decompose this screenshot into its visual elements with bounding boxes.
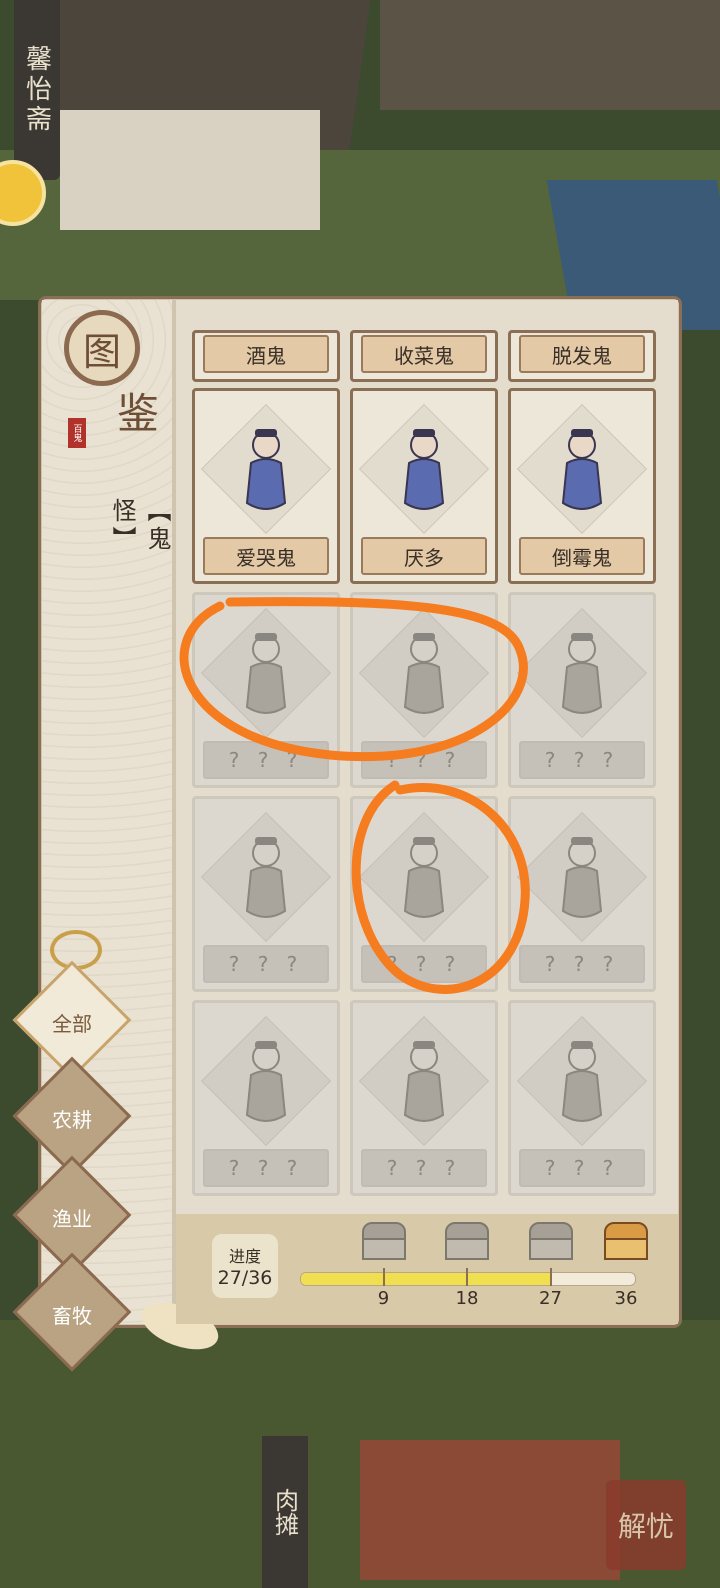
tab-label: 全部 [52, 1012, 92, 1036]
character-art [358, 1013, 490, 1149]
logo-char-2: 鉴 [116, 388, 159, 438]
tab-label: 农耕 [52, 1108, 92, 1132]
progress-fill [301, 1273, 552, 1285]
character-name: 倒霉鬼 [519, 537, 645, 575]
ghost-silhouette-icon [403, 837, 445, 918]
character-name: 脱发鬼 [519, 335, 645, 373]
character-art [200, 401, 332, 537]
ghost-silhouette-icon [403, 633, 445, 714]
character-art [516, 809, 648, 945]
reward-chest-icon[interactable] [528, 1222, 573, 1262]
character-name: 厌多 [361, 537, 487, 575]
ghost-silhouette-icon [245, 633, 287, 714]
character-name: ? ? ? [519, 1149, 645, 1187]
locked-character-card[interactable]: ? ? ? [508, 592, 656, 788]
progress-value: 27/36 [217, 1267, 273, 1289]
character-name: 酒鬼 [203, 335, 329, 373]
locked-character-card[interactable]: ? ? ? [508, 796, 656, 992]
milestone-label: 27 [539, 1288, 562, 1309]
chest-box [604, 1238, 648, 1260]
character-art [358, 605, 490, 741]
ghost-silhouette-icon [245, 837, 287, 918]
tab-label: 渔业 [52, 1207, 92, 1231]
character-name: 爱哭鬼 [203, 537, 329, 575]
character-name: ? ? ? [361, 1149, 487, 1187]
jieyou-button[interactable]: 解忧 [606, 1480, 686, 1570]
character-name: ? ? ? [203, 741, 329, 779]
ghost-silhouette-icon [561, 837, 603, 918]
stall-roof [360, 1440, 620, 1580]
shop-sign[interactable]: 馨怡斋 [14, 0, 60, 180]
red-seal: 百鬼 [68, 418, 86, 448]
ghost-figure-icon [245, 429, 287, 510]
progress-bar [300, 1272, 636, 1286]
chest-box [361, 1238, 406, 1260]
house-wall [60, 110, 320, 230]
character-name: ? ? ? [361, 945, 487, 983]
locked-character-card[interactable]: ? ? ? [350, 592, 498, 788]
ghost-silhouette-icon [245, 1041, 287, 1122]
reward-chest-icon[interactable] [361, 1222, 406, 1262]
category-label: 【鬼怪】 [108, 498, 171, 554]
milestone-label: 36 [614, 1288, 638, 1309]
character-art [358, 809, 490, 945]
character-art [358, 401, 490, 537]
milestone-label: 9 [377, 1288, 390, 1309]
progress-tick [549, 1268, 552, 1286]
market-sign[interactable]: 肉摊 [262, 1436, 308, 1588]
locked-character-card[interactable]: ? ? ? [350, 796, 498, 992]
character-art [200, 605, 332, 741]
codex-logo: 图 鉴 百鬼 [64, 310, 164, 460]
progress-tick [466, 1268, 468, 1286]
character-card[interactable]: 脱发鬼 [508, 330, 656, 382]
locked-character-card[interactable]: ? ? ? [350, 1000, 498, 1196]
ghost-figure-icon [561, 429, 603, 510]
ghost-silhouette-icon [561, 1041, 603, 1122]
character-card[interactable]: 酒鬼 [192, 330, 340, 382]
character-art [516, 1013, 648, 1149]
character-art [200, 809, 332, 945]
character-art [516, 605, 648, 741]
locked-character-card[interactable]: ? ? ? [508, 1000, 656, 1196]
character-card[interactable]: 倒霉鬼 [508, 388, 656, 584]
character-art [200, 1013, 332, 1149]
character-name: ? ? ? [361, 741, 487, 779]
reward-chest-icon[interactable] [604, 1222, 648, 1262]
character-card[interactable]: 爱哭鬼 [192, 388, 340, 584]
progress-tick [382, 1268, 385, 1286]
locked-character-card[interactable]: ? ? ? [192, 592, 340, 788]
house-roof-right [380, 0, 720, 110]
character-name: ? ? ? [519, 741, 645, 779]
milestone-label: 18 [455, 1288, 479, 1309]
progress-label-box: 进度 27/36 [212, 1234, 278, 1298]
chest-box [528, 1238, 573, 1260]
reward-chest-icon[interactable] [445, 1222, 489, 1262]
progress-label: 进度 [228, 1247, 261, 1266]
character-art [516, 401, 648, 537]
locked-character-card[interactable]: ? ? ? [192, 1000, 340, 1196]
locked-character-card[interactable]: ? ? ? [192, 796, 340, 992]
chest-box [445, 1238, 489, 1260]
character-name: ? ? ? [203, 1149, 329, 1187]
ghost-silhouette-icon [403, 1041, 445, 1122]
ghost-silhouette-icon [561, 633, 603, 714]
character-name: 收菜鬼 [361, 335, 487, 373]
character-card[interactable]: 收菜鬼 [350, 330, 498, 382]
ghost-figure-icon [403, 429, 445, 510]
character-name: ? ? ? [519, 945, 645, 983]
character-card[interactable]: 厌多 [350, 388, 498, 584]
character-name: ? ? ? [203, 945, 329, 983]
tab-label: 畜牧 [52, 1304, 92, 1328]
